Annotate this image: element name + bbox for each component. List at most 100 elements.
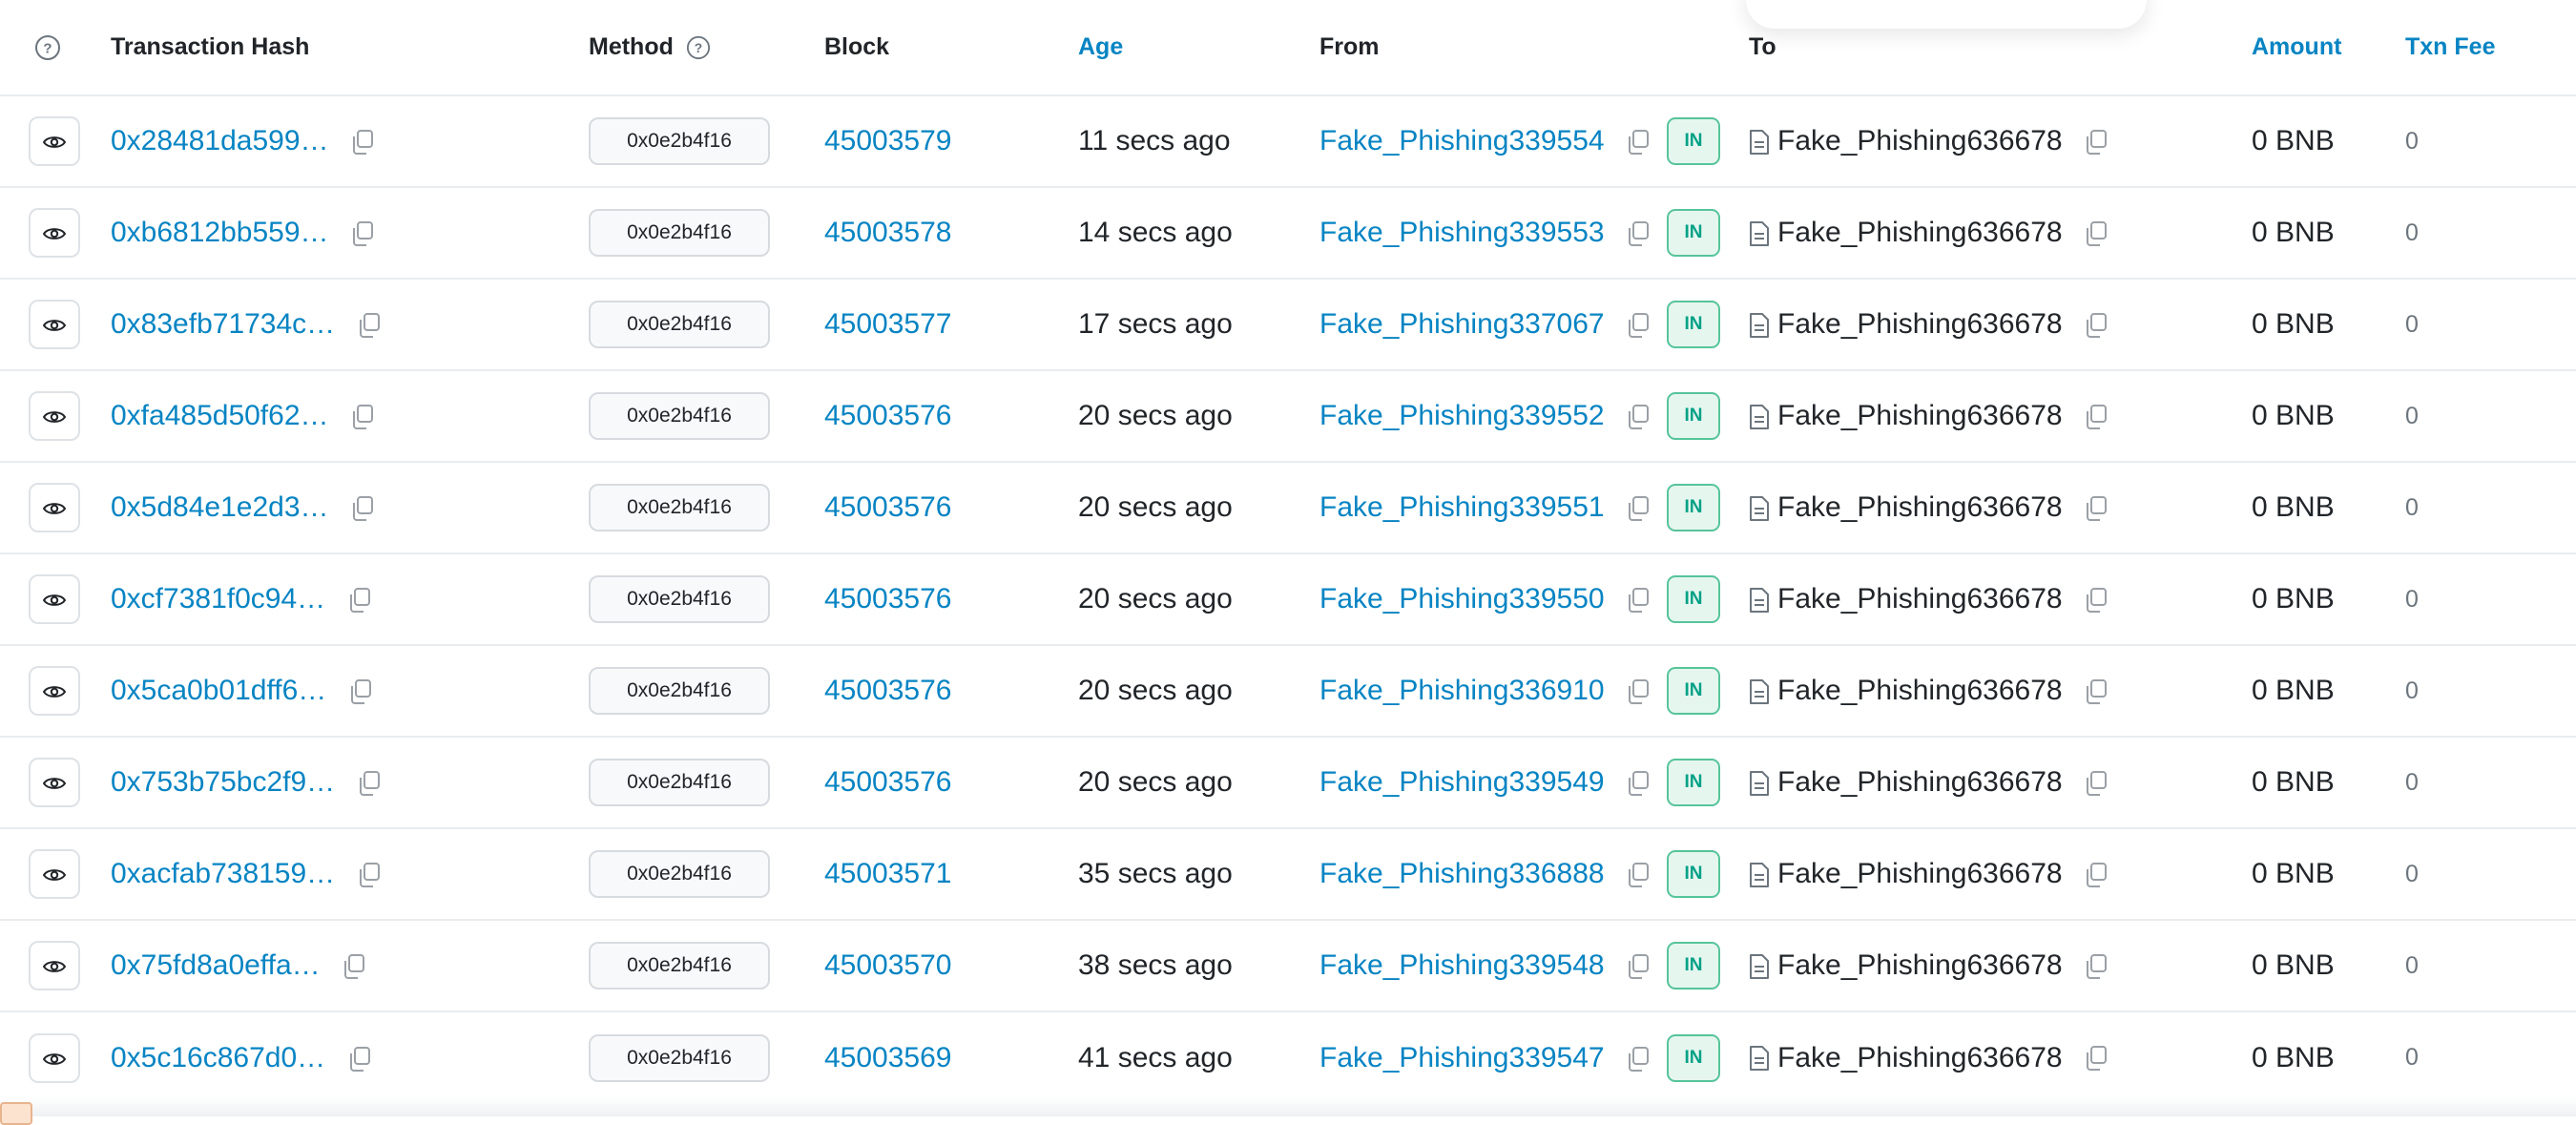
copy-icon[interactable] [2084,495,2109,522]
from-address-link[interactable]: Fake_Phishing339551 [1319,491,1605,523]
block-link[interactable]: 45003570 [824,949,951,981]
from-address-link[interactable]: Fake_Phishing337067 [1319,308,1605,340]
header-age[interactable]: Age [1078,0,1319,95]
transaction-hash-link[interactable]: 0x83efb71734c… [111,308,335,340]
from-address-link[interactable]: Fake_Phishing339548 [1319,949,1605,981]
block-link[interactable]: 45003576 [824,491,951,523]
transaction-hash-link[interactable]: 0xacfab738159… [111,858,335,889]
copy-icon[interactable] [2084,404,2109,430]
method-help-icon[interactable]: ? [686,35,711,60]
from-address-link[interactable]: Fake_Phishing339552 [1319,400,1605,431]
transaction-hash-link[interactable]: 0xcf7381f0c94… [111,583,325,615]
copy-icon[interactable] [2084,1045,2109,1072]
copy-icon[interactable] [1626,220,1651,247]
header-txn-fee[interactable]: Txn Fee [2405,0,2576,95]
preview-button[interactable] [29,758,80,807]
copy-icon[interactable] [2084,862,2109,888]
to-address[interactable]: Fake_Phishing636678 [1777,309,2063,341]
copy-icon[interactable] [1626,312,1651,339]
copy-icon[interactable] [1626,129,1651,156]
copy-icon[interactable] [347,1046,372,1073]
copy-icon[interactable] [1626,862,1651,888]
from-address-link[interactable]: Fake_Phishing339549 [1319,766,1605,798]
copy-icon[interactable] [350,495,375,522]
header-help[interactable]: ? [0,0,111,95]
transaction-hash-link[interactable]: 0x5ca0b01dff6… [111,675,326,706]
copy-icon[interactable] [350,220,375,247]
from-address-link[interactable]: Fake_Phishing336888 [1319,858,1605,889]
copy-icon[interactable] [2084,678,2109,705]
copy-icon[interactable] [2084,587,2109,614]
from-address-link[interactable]: Fake_Phishing339547 [1319,1042,1605,1073]
to-address[interactable]: Fake_Phishing636678 [1777,492,2063,524]
preview-button[interactable] [29,391,80,441]
header-amount[interactable]: Amount [2252,0,2405,95]
to-address[interactable]: Fake_Phishing636678 [1777,1042,2063,1073]
direction-badge: IN [1667,942,1720,990]
copy-icon[interactable] [348,678,373,705]
copy-icon[interactable] [350,129,375,156]
preview-button[interactable] [29,483,80,532]
block-link[interactable]: 45003578 [824,217,951,248]
block-link[interactable]: 45003571 [824,858,951,889]
transaction-hash-link[interactable]: 0x28481da599… [111,125,329,156]
preview-button[interactable] [29,208,80,258]
to-address[interactable]: Fake_Phishing636678 [1777,218,2063,249]
copy-icon[interactable] [1626,495,1651,522]
transaction-hash-link[interactable]: 0xb6812bb559… [111,217,329,248]
header-age-toggle[interactable]: Age [1078,33,1123,60]
block-link[interactable]: 45003569 [824,1042,951,1073]
copy-icon[interactable] [350,404,375,430]
help-circle-icon[interactable]: ? [34,34,61,61]
preview-button[interactable] [29,666,80,716]
transaction-hash-link[interactable]: 0xfa485d50f62… [111,400,329,431]
transaction-hash-link[interactable]: 0x753b75bc2f9… [111,766,335,798]
to-address[interactable]: Fake_Phishing636678 [1777,126,2063,157]
block-link[interactable]: 45003576 [824,766,951,798]
transaction-hash-link[interactable]: 0x5d84e1e2d3… [111,491,329,523]
copy-icon[interactable] [1626,587,1651,614]
copy-icon[interactable] [2084,312,2109,339]
to-address[interactable]: Fake_Phishing636678 [1777,767,2063,799]
corner-widget[interactable] [0,1102,32,1125]
to-address[interactable]: Fake_Phishing636678 [1777,859,2063,890]
to-address[interactable]: Fake_Phishing636678 [1777,401,2063,432]
preview-button[interactable] [29,1032,80,1083]
preview-button[interactable] [29,300,80,349]
copy-icon[interactable] [357,312,382,339]
block-link[interactable]: 45003579 [824,125,951,156]
copy-icon[interactable] [357,862,382,888]
copy-icon[interactable] [357,770,382,797]
preview-button[interactable] [29,849,80,899]
copy-icon[interactable] [1626,678,1651,705]
from-address-link[interactable]: Fake_Phishing336910 [1319,675,1605,706]
block-link[interactable]: 45003576 [824,583,951,615]
block-link[interactable]: 45003576 [824,675,951,706]
copy-icon[interactable] [1626,404,1651,430]
from-address-link[interactable]: Fake_Phishing339554 [1319,125,1605,156]
preview-button[interactable] [29,116,80,166]
to-address[interactable]: Fake_Phishing636678 [1777,950,2063,982]
from-address-link[interactable]: Fake_Phishing339553 [1319,217,1605,248]
header-txn-fee-toggle[interactable]: Txn Fee [2405,33,2495,60]
copy-icon[interactable] [347,587,372,614]
to-address[interactable]: Fake_Phishing636678 [1777,676,2063,707]
age-cell: 20 secs ago [1078,400,1233,431]
copy-icon[interactable] [1626,953,1651,980]
copy-icon[interactable] [2084,129,2109,156]
preview-button[interactable] [29,941,80,990]
copy-icon[interactable] [342,953,366,980]
transaction-hash-link[interactable]: 0x5c16c867d0… [111,1042,325,1073]
to-address[interactable]: Fake_Phishing636678 [1777,584,2063,615]
header-amount-toggle[interactable]: Amount [2252,33,2341,60]
copy-icon[interactable] [2084,953,2109,980]
preview-button[interactable] [29,574,80,624]
block-link[interactable]: 45003577 [824,308,951,340]
block-link[interactable]: 45003576 [824,400,951,431]
copy-icon[interactable] [1626,1046,1651,1073]
copy-icon[interactable] [2084,770,2109,797]
transaction-hash-link[interactable]: 0x75fd8a0effa… [111,949,321,981]
copy-icon[interactable] [1626,770,1651,797]
from-address-link[interactable]: Fake_Phishing339550 [1319,583,1605,615]
copy-icon[interactable] [2084,220,2109,247]
